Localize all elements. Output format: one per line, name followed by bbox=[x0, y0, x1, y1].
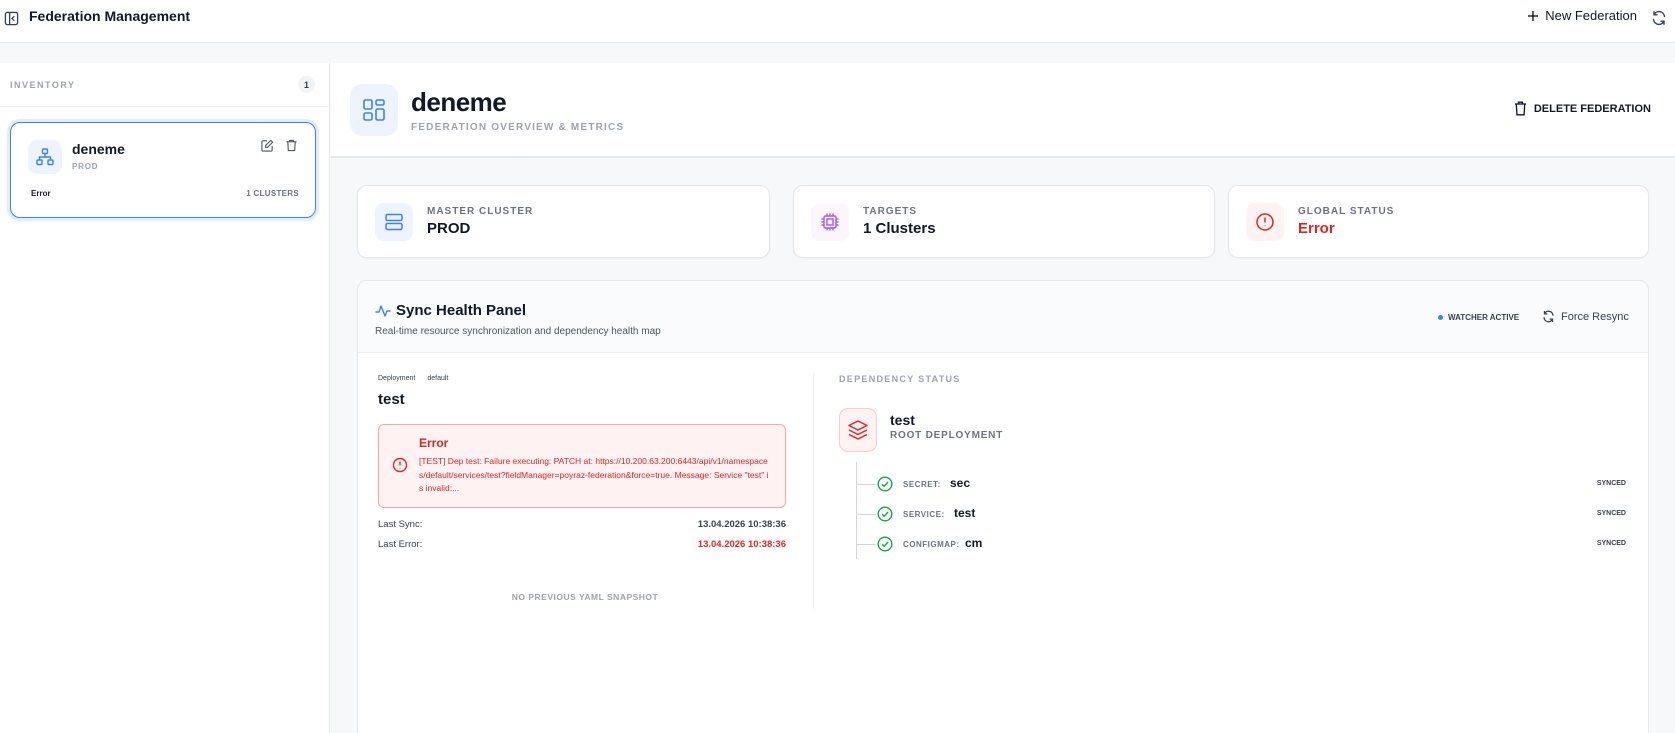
page-title: deneme bbox=[411, 87, 507, 117]
last-sync-label: Last Sync: bbox=[378, 519, 423, 530]
error-message: [TEST] Dep test: Failure executing: PATC… bbox=[419, 456, 769, 493]
federation-card-clusters: 1 CLUSTERS bbox=[246, 189, 299, 198]
new-federation-label: New Federation bbox=[1545, 8, 1637, 23]
last-error-row: Last Error: 13.04.2026 10:38:36 bbox=[378, 539, 786, 550]
check-circle-icon bbox=[877, 536, 893, 552]
stat-card-targets: TARGETS 1 Clusters bbox=[793, 185, 1215, 258]
federation-card-master: PROD bbox=[72, 162, 99, 171]
refresh-icon bbox=[1543, 310, 1554, 323]
federation-card-name: deneme bbox=[72, 141, 125, 157]
dependency-name: test bbox=[954, 506, 976, 520]
alert-circle-icon bbox=[392, 457, 408, 473]
plus-icon bbox=[1528, 10, 1539, 21]
server-icon bbox=[375, 203, 413, 241]
stat-value: Error bbox=[1298, 220, 1335, 237]
trash-icon[interactable] bbox=[285, 139, 299, 153]
federation-header: deneme FEDERATION OVERVIEW & METRICS DEL… bbox=[331, 63, 1675, 158]
panel-title: Sync Health Panel bbox=[396, 302, 527, 319]
stat-label: TARGETS bbox=[863, 206, 918, 217]
no-snapshot-label: NO PREVIOUS YAML SNAPSHOT bbox=[511, 592, 659, 602]
resource-tags: Deployment default bbox=[378, 375, 448, 382]
dependency-state: SYNCED bbox=[1596, 540, 1626, 547]
panel-subtitle: Real-time resource synchronization and d… bbox=[375, 326, 661, 337]
status-dot-icon bbox=[1438, 315, 1443, 320]
watcher-status: WATCHER ACTIVE bbox=[1438, 313, 1519, 322]
top-bar: Federation Management New Federation bbox=[0, 0, 1675, 43]
inventory-header: INVENTORY 1 bbox=[0, 63, 329, 107]
stat-card-global-status: GLOBAL STATUS Error bbox=[1228, 185, 1649, 258]
layers-icon bbox=[839, 408, 877, 452]
dependency-name: cm bbox=[965, 536, 983, 550]
dependency-row: SECRET: sec SYNCED bbox=[856, 474, 1626, 494]
dependency-row: CONFIGMAP: cm SYNCED bbox=[856, 534, 1626, 554]
check-circle-icon bbox=[877, 506, 893, 522]
stat-label: GLOBAL STATUS bbox=[1298, 206, 1395, 217]
dependency-status: DEPENDENCY STATUS test ROOT DEPLOYMENT S… bbox=[814, 354, 1648, 614]
check-circle-icon bbox=[877, 476, 893, 492]
last-sync-value: 13.04.2026 10:38:36 bbox=[697, 519, 786, 530]
federation-card-status: Error bbox=[31, 189, 51, 198]
dependency-kind: SERVICE: bbox=[903, 510, 945, 519]
dashboard-icon bbox=[350, 84, 398, 136]
main-content: deneme FEDERATION OVERVIEW & METRICS DEL… bbox=[331, 63, 1675, 733]
error-box: Error [TEST] Dep test: Failure executing… bbox=[378, 424, 786, 508]
new-federation-button[interactable]: New Federation bbox=[1527, 8, 1637, 23]
refresh-icon[interactable] bbox=[1650, 9, 1667, 26]
stat-card-master-cluster: MASTER CLUSTER PROD bbox=[357, 185, 770, 258]
last-error-value: 13.04.2026 10:38:36 bbox=[697, 539, 786, 550]
delete-federation-button[interactable]: DELETE FEDERATION bbox=[1514, 101, 1651, 116]
error-title: Error bbox=[419, 436, 449, 450]
stat-value: 1 Clusters bbox=[863, 220, 936, 237]
stat-value: PROD bbox=[427, 220, 471, 237]
last-error-label: Last Error: bbox=[378, 539, 423, 550]
inventory-count-badge: 1 bbox=[298, 76, 315, 93]
sidebar: INVENTORY 1 deneme PROD Error 1 CLUSTERS bbox=[0, 63, 330, 733]
network-icon bbox=[28, 140, 62, 174]
dependency-title: DEPENDENCY STATUS bbox=[839, 374, 961, 384]
force-resync-label: Force Resync bbox=[1561, 310, 1629, 323]
page-subtitle: FEDERATION OVERVIEW & METRICS bbox=[411, 122, 625, 133]
resource-kind-tag: Deployment bbox=[378, 375, 416, 382]
activity-icon bbox=[375, 303, 391, 319]
dependency-kind: SECRET: bbox=[903, 480, 941, 489]
trash-icon bbox=[1514, 101, 1526, 116]
stat-label: MASTER CLUSTER bbox=[427, 206, 534, 217]
root-resource-kind: ROOT DEPLOYMENT bbox=[890, 430, 1004, 441]
delete-federation-label: DELETE FEDERATION bbox=[1533, 102, 1651, 115]
inventory-title: INVENTORY bbox=[10, 79, 76, 90]
dependency-name: sec bbox=[950, 476, 971, 490]
alert-circle-icon bbox=[1246, 203, 1284, 241]
resource-namespace-tag: default bbox=[427, 375, 449, 382]
dependency-kind: CONFIGMAP: bbox=[903, 540, 960, 549]
sidebar-collapse-icon[interactable] bbox=[3, 10, 19, 26]
edit-icon[interactable] bbox=[261, 139, 275, 153]
dependency-row: SERVICE: test SYNCED bbox=[856, 504, 1626, 524]
chip-icon bbox=[811, 203, 849, 241]
sync-health-panel: Sync Health Panel Real-time resource syn… bbox=[357, 280, 1649, 733]
resource-name: test bbox=[378, 391, 405, 408]
dependency-state: SYNCED bbox=[1596, 480, 1626, 487]
app-title: Federation Management bbox=[29, 8, 191, 24]
root-resource-name: test bbox=[890, 412, 915, 428]
federation-card-deneme[interactable]: deneme PROD Error 1 CLUSTERS bbox=[10, 122, 316, 218]
force-resync-button[interactable]: Force Resync bbox=[1542, 310, 1629, 323]
panel-header: Sync Health Panel Real-time resource syn… bbox=[358, 281, 1648, 353]
resource-detail: Deployment default test Error [TEST] Dep… bbox=[358, 354, 812, 604]
last-sync-row: Last Sync: 13.04.2026 10:38:36 bbox=[378, 519, 786, 530]
dependency-state: SYNCED bbox=[1596, 510, 1626, 517]
watcher-label: WATCHER ACTIVE bbox=[1448, 313, 1520, 322]
